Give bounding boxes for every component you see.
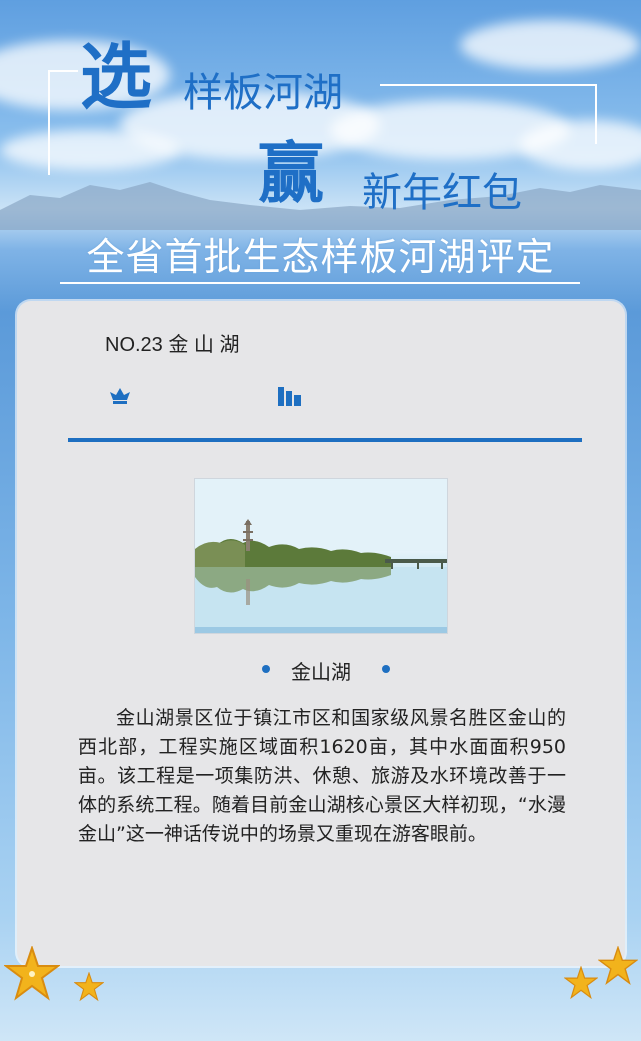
photo-caption-row: 金山湖 (194, 656, 448, 684)
hero-char-win: 赢 (258, 135, 324, 212)
caption-dot-right (382, 665, 390, 673)
starfish-icon (73, 971, 105, 1002)
hero-line2-text: 新年红包 (362, 170, 522, 216)
bar-chart-icon[interactable] (277, 385, 303, 407)
lake-title: NO.23 金 山 湖 (105, 334, 240, 356)
page-banner: 全省首批生态样板河湖评定 (86, 235, 555, 279)
crown-icon[interactable] (108, 386, 132, 406)
hero-line1-text: 样板河湖 (183, 70, 343, 116)
starfish-icon (563, 965, 599, 1000)
caption-dot-left (262, 665, 270, 673)
section-divider (68, 438, 582, 442)
lake-description: 金山湖景区位于镇江市区和国家级风景名胜区金山的西北部，工程实施区域面积1620亩… (78, 707, 566, 845)
starfish-icon (597, 945, 639, 986)
banner-underline (60, 282, 580, 284)
starfish-icon (2, 944, 61, 1002)
lake-photo (194, 478, 448, 634)
photo-caption: 金山湖 (291, 660, 351, 684)
hero-char-select: 选 (80, 35, 153, 119)
